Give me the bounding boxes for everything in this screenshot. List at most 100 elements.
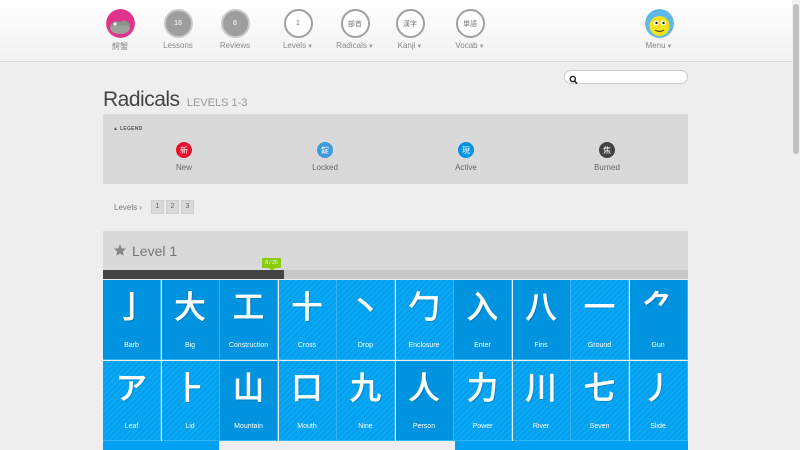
nav-reviews[interactable]: 8 Reviews — [205, 9, 265, 50]
kanji-label: Kanji — [397, 41, 416, 50]
chevron-right-icon: › — [139, 203, 143, 212]
vocab-badge: 単語 — [455, 9, 485, 38]
radical-character: 八 — [525, 290, 557, 326]
radical-tile[interactable]: ⺈ Gun — [629, 280, 688, 360]
radical-tile[interactable]: 入 Enter — [454, 280, 512, 360]
level-header: Level 1 — [103, 231, 688, 270]
radical-row-partial — [455, 441, 688, 450]
nav-user-avatar[interactable]: 鰐蟹 — [90, 9, 150, 52]
radical-character: 大 — [174, 290, 206, 326]
level-page-2[interactable]: 2 — [166, 200, 179, 214]
page-title: Radicals LEVELS 1-3 — [103, 88, 247, 112]
radical-character: 丶 — [350, 290, 381, 326]
level-title: Level 1 — [132, 243, 178, 259]
progress-badge: 8 / 26 — [262, 258, 281, 271]
radical-tile[interactable]: 一 Ground — [571, 280, 629, 360]
radical-tile[interactable]: 大 Big — [161, 280, 220, 360]
radical-tile[interactable]: 亅 Barb — [103, 280, 161, 360]
radical-tile[interactable]: 九 Nine — [337, 361, 395, 441]
radical-character: 山 — [233, 371, 264, 407]
radical-tile[interactable]: 丿 Slide — [629, 361, 688, 441]
radical-name: Leaf — [124, 423, 139, 430]
radical-name: Seven — [589, 423, 610, 430]
radical-character: 丿 — [642, 371, 674, 407]
vocab-label: Vocab — [455, 41, 478, 50]
legend-item-locked: 錠 Locked — [285, 142, 365, 172]
levels-label: Levels — [282, 41, 307, 50]
search-box[interactable] — [564, 70, 688, 85]
radical-name: Cross — [297, 342, 317, 349]
levels-nav-label: Levels › — [114, 203, 142, 212]
radical-name: Barb — [124, 342, 139, 349]
radical-character: 亅 — [116, 290, 147, 326]
radical-tile[interactable]: 人 Person — [395, 361, 454, 441]
chevron-down-icon: ▼ — [478, 44, 485, 50]
level-page-3[interactable]: 3 — [181, 200, 194, 214]
radical-tile[interactable]: 山 Mountain — [220, 361, 278, 441]
nav-vocab[interactable]: 単語 Vocab▼ — [440, 9, 500, 50]
radicals-label: Radicals — [336, 41, 367, 50]
user-avatar-icon — [105, 9, 135, 38]
radical-character: 七 — [584, 371, 615, 407]
radical-tile[interactable]: 工 Construction — [220, 280, 278, 360]
radical-tile[interactable]: ア Leaf — [103, 361, 161, 441]
kanji-badge: 漢字 — [395, 9, 425, 38]
radical-character: 入 — [467, 290, 498, 326]
legend-label-locked: Locked — [312, 163, 338, 172]
legend-icon: ▲ — [113, 126, 120, 132]
radical-tile[interactable]: 力 Power — [454, 361, 512, 441]
radical-character: 川 — [525, 371, 557, 407]
nav-radicals[interactable]: 部首 Radicals▼ — [325, 9, 385, 50]
radical-name: Lid — [185, 423, 195, 430]
radical-character: 九 — [350, 371, 381, 407]
radical-character: 力 — [467, 371, 498, 407]
radical-name: Person — [412, 423, 436, 430]
star-icon[interactable] — [113, 243, 127, 262]
radical-character: 口 — [291, 371, 323, 407]
radical-character: 十 — [291, 290, 323, 326]
scrollbar-thumb[interactable] — [793, 4, 799, 154]
radical-name: Mouth — [297, 423, 317, 430]
radical-name: Mountain — [234, 423, 263, 430]
chevron-down-icon: ▼ — [666, 44, 673, 50]
radical-row-partial — [103, 441, 219, 450]
search-input[interactable] — [581, 72, 685, 82]
radical-name: Enter — [474, 342, 491, 349]
page-scrollbar[interactable] — [792, 0, 800, 450]
page-subtitle: LEVELS 1-3 — [186, 97, 248, 109]
radical-tile[interactable]: 七 Seven — [571, 361, 629, 441]
nav-lessons[interactable]: 18 Lessons — [148, 9, 208, 50]
radical-character: 勹 — [408, 290, 440, 326]
radical-tile[interactable]: 口 Mouth — [278, 361, 337, 441]
legend-dot-burned: 焦 — [599, 142, 615, 158]
chevron-down-icon: ▼ — [367, 44, 374, 50]
radical-tile[interactable]: ⺊ Lid — [161, 361, 220, 441]
radical-name: Enclosure — [408, 342, 440, 349]
level-page-1[interactable]: 1 — [151, 200, 164, 214]
nav-menu[interactable]: Menu▼ — [629, 9, 689, 50]
radical-name: Gun — [651, 342, 665, 349]
radical-character: 人 — [408, 371, 440, 407]
legend-item-burned: 焦 Burned — [567, 142, 647, 172]
radical-tile[interactable]: 川 River — [512, 361, 571, 441]
user-name: 鰐蟹 — [112, 42, 128, 51]
search-icon — [569, 72, 578, 90]
level-progress-fill — [103, 270, 285, 279]
radical-tile[interactable]: 八 Fins — [512, 280, 571, 360]
legend-label-new: New — [175, 163, 192, 172]
lessons-count: 18 — [163, 9, 193, 38]
levels-nav-text: Levels — [114, 203, 138, 212]
radical-tile[interactable]: 勹 Enclosure — [395, 280, 454, 360]
radical-tile[interactable]: 十 Cross — [278, 280, 337, 360]
legend-panel: ▲ LEGEND 新 New 錠 Locked 現 Active 焦 Burne… — [103, 114, 688, 184]
radical-tile[interactable]: 丶 Drop — [337, 280, 395, 360]
nav-kanji[interactable]: 漢字 Kanji▼ — [380, 9, 440, 50]
radical-name: Nine — [358, 423, 373, 430]
page-title-text: Radicals — [103, 88, 180, 111]
radical-character: ⺊ — [174, 371, 206, 407]
reviews-count: 8 — [220, 9, 250, 38]
radicals-badge: 部首 — [340, 9, 370, 38]
nav-levels[interactable]: 1 Levels▼ — [268, 9, 328, 50]
chevron-down-icon: ▼ — [416, 44, 423, 50]
legend-title: ▲ LEGEND — [113, 126, 143, 132]
